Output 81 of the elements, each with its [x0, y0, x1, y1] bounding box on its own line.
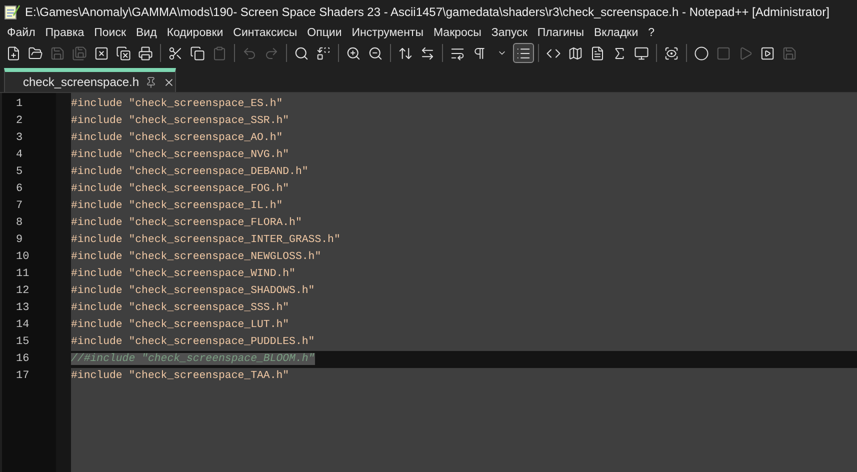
- line-number: 8: [15, 216, 24, 231]
- indent-guide-icon: [516, 46, 531, 60]
- code-line: #include "check_screenspace_ES.h": [71, 97, 283, 112]
- document-icon: [590, 46, 605, 60]
- copy-icon: [190, 46, 205, 60]
- line-number: 13: [15, 301, 30, 316]
- line-number: 1: [15, 97, 24, 112]
- play-icon: [738, 46, 753, 60]
- line-number: 9: [15, 233, 24, 248]
- line-number: 2: [15, 114, 24, 129]
- line-number: 4: [15, 148, 24, 163]
- code-line: #include "check_screenspace_FOG.h": [71, 182, 290, 197]
- cut-icon: [168, 46, 183, 60]
- close-all-icon: [116, 46, 131, 60]
- code-line: #include "check_screenspace_SHADOWS.h": [71, 284, 315, 299]
- save-macro-icon: [782, 46, 797, 60]
- code-line: #include "check_screenspace_SSS.h": [71, 301, 290, 316]
- close-icon: [94, 46, 109, 60]
- line-number: 11: [15, 267, 30, 282]
- tab-label: check_screenspace.h: [23, 75, 140, 89]
- play-box-icon: [760, 46, 775, 60]
- code-line: #include "check_screenspace_NEWGLOSS.h": [71, 250, 322, 265]
- open-folder-icon: [28, 46, 43, 60]
- line-number: 16: [15, 352, 30, 367]
- menu-item[interactable]: Правка: [40, 27, 90, 39]
- menu-item[interactable]: Макросы: [428, 27, 486, 39]
- menu-item[interactable]: Плагины: [532, 27, 590, 39]
- line-number: 3: [15, 131, 24, 146]
- line-number: 14: [15, 318, 30, 333]
- file-tab[interactable]: check_screenspace.h: [4, 68, 176, 92]
- search-icon: [294, 46, 309, 60]
- map-icon: [568, 46, 583, 60]
- menu-item[interactable]: ?: [643, 27, 660, 39]
- line-number: 10: [15, 250, 30, 265]
- code-line: #include "check_screenspace_LUT.h": [71, 318, 290, 333]
- line-number: 15: [15, 335, 30, 350]
- word-wrap-icon: [450, 46, 465, 60]
- menu-item[interactable]: Кодировки: [162, 27, 228, 39]
- code-line: #include "check_screenspace_IL.h": [71, 199, 283, 214]
- code-line: #include "check_screenspace_SSR.h": [71, 114, 290, 129]
- code-line: #include "check_screenspace_PUDDLES.h": [71, 335, 315, 350]
- menu-item[interactable]: Вид: [131, 27, 162, 39]
- window-title: E:\Games\Anomaly\GAMMA\mods\190- Screen Space Shaders 23 - Ascii1457\gamedata\shaders\r3\check_screenspace.h - Notepad++ [Administrator]: [25, 5, 830, 19]
- paste-icon: [212, 46, 227, 60]
- vertical-sync-icon: [398, 46, 413, 60]
- horizontal-sync-icon: [420, 46, 435, 60]
- save-all-icon: [72, 46, 87, 60]
- pilcrow-icon: [472, 46, 487, 60]
- redo-icon: [264, 46, 279, 60]
- app-logo-icon: [4, 4, 20, 20]
- menu-item[interactable]: Запуск: [486, 27, 532, 39]
- record-icon: [694, 46, 709, 60]
- monitor-icon: [634, 46, 649, 60]
- menu-item[interactable]: Опции: [302, 27, 347, 39]
- line-number: 12: [15, 284, 30, 299]
- zoom-in-icon: [346, 46, 361, 60]
- save-icon: [50, 46, 65, 60]
- code-line: #include "check_screenspace_TAA.h": [71, 369, 290, 384]
- line-number: 5: [15, 165, 24, 180]
- pin-icon[interactable]: [145, 76, 158, 88]
- print-icon: [138, 46, 153, 60]
- menu-item[interactable]: Файл: [2, 27, 40, 39]
- indent-guide-button[interactable]: [513, 43, 534, 63]
- code-line: #include "check_screenspace_WIND.h": [71, 267, 296, 282]
- code-line: #include "check_screenspace_INTER_GRASS.h": [71, 233, 340, 248]
- line-number: 17: [15, 369, 30, 384]
- undo-icon: [242, 46, 257, 60]
- menu-item[interactable]: Вкладки: [589, 27, 644, 39]
- code-line: #include "check_screenspace_DEBAND.h": [71, 165, 308, 180]
- zoom-out-icon: [368, 46, 383, 60]
- line-number: 6: [15, 182, 24, 197]
- menu-item[interactable]: Синтаксисы: [228, 27, 302, 39]
- code-line: #include "check_screenspace_AO.h": [71, 131, 283, 146]
- line-number: 7: [15, 199, 24, 214]
- new-file-icon: [6, 46, 21, 60]
- stop-icon: [716, 46, 731, 60]
- code-line: #include "check_screenspace_NVG.h": [71, 148, 290, 163]
- menu-item[interactable]: Поиск: [89, 27, 132, 39]
- code-line: #include "check_screenspace_FLORA.h": [71, 216, 302, 231]
- menu-item[interactable]: Инструменты: [346, 27, 428, 39]
- eye-scan-icon: [664, 46, 679, 60]
